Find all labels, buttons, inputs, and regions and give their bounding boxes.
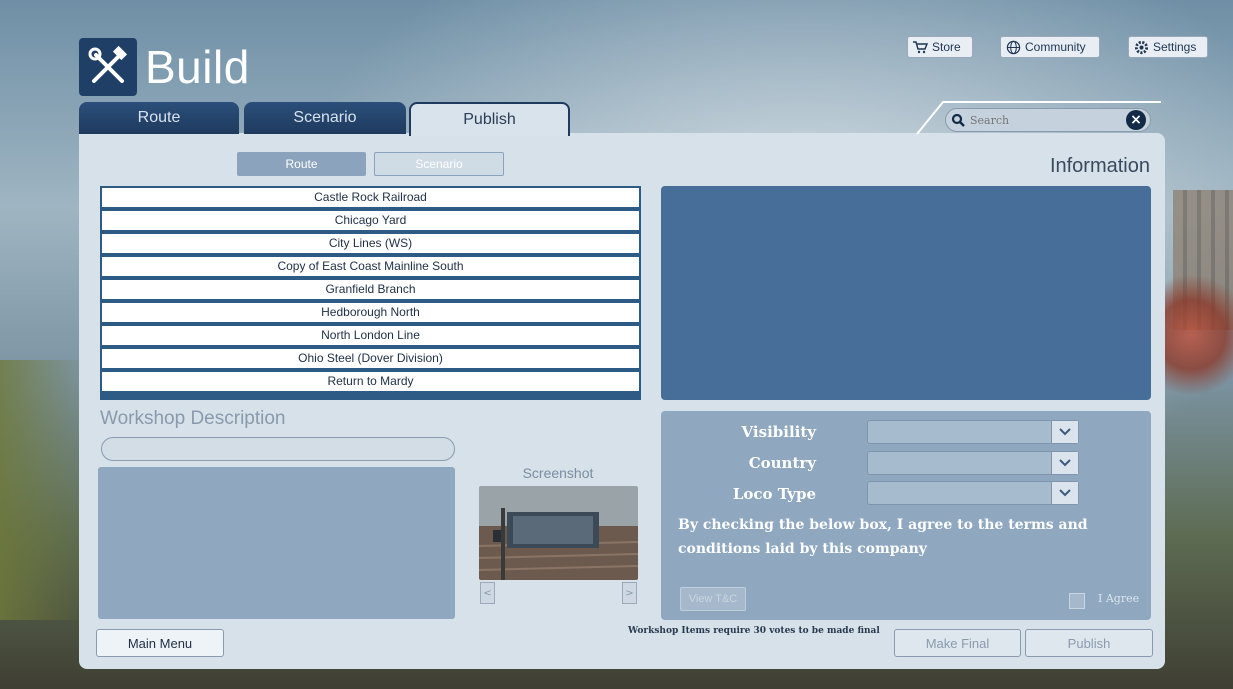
visibility-dropdown[interactable]	[867, 420, 1079, 444]
search-icon	[950, 112, 968, 128]
terms-text: By checking the below box, I agree to th…	[678, 517, 1088, 557]
screenshot-preview	[479, 486, 638, 580]
list-item[interactable]: North London Line	[102, 326, 639, 347]
community-button[interactable]: Community	[1000, 36, 1100, 58]
screenshot-prev-button[interactable]: <	[480, 582, 495, 604]
loco-type-dropdown[interactable]	[867, 481, 1079, 505]
tab-route[interactable]: Route	[79, 102, 239, 134]
information-box	[661, 186, 1151, 400]
gear-icon	[1133, 39, 1149, 55]
loco-type-label: Loco Type	[732, 485, 816, 503]
workshop-title-input[interactable]	[101, 437, 455, 461]
list-item[interactable]: Ohio Steel (Dover Division)	[102, 349, 639, 370]
settings-label: Settings	[1153, 40, 1197, 54]
list-item[interactable]: Chicago Yard	[102, 211, 639, 232]
store-button[interactable]: Store	[907, 36, 973, 58]
chevron-down-icon	[1051, 482, 1078, 504]
chevron-down-icon	[1051, 452, 1078, 474]
make-final-button[interactable]: Make Final	[894, 629, 1021, 657]
main-menu-button[interactable]: Main Menu	[96, 629, 224, 657]
agree-checkbox[interactable]	[1069, 593, 1085, 609]
view-tc-button[interactable]: View T&C	[680, 587, 746, 611]
clear-search-icon[interactable]: ×	[1126, 110, 1146, 130]
information-heading: Information	[1049, 155, 1150, 177]
search-input[interactable]	[968, 112, 1126, 128]
list-item[interactable]: Return to Mardy	[102, 372, 639, 393]
background-foliage	[0, 360, 90, 620]
workshop-description-heading: Workshop Description	[100, 408, 286, 429]
segment-scenario[interactable]: Scenario	[374, 152, 504, 176]
community-label: Community	[1025, 40, 1086, 54]
route-list: Castle Rock Railroad Chicago Yard City L…	[100, 186, 641, 400]
page-title: Build	[145, 41, 250, 93]
screenshot-heading: Screenshot	[522, 465, 594, 481]
tab-scenario[interactable]: Scenario	[244, 102, 406, 134]
settings-button[interactable]: Settings	[1128, 36, 1208, 58]
workshop-description-field[interactable]	[98, 467, 455, 619]
visibility-label: Visibility	[741, 423, 816, 441]
votes-note: Workshop Items require 30 votes to be ma…	[628, 626, 880, 636]
screenshot-next-button[interactable]: >	[622, 582, 637, 604]
country-dropdown[interactable]	[867, 451, 1079, 475]
list-item[interactable]: City Lines (WS)	[102, 234, 639, 255]
list-item[interactable]: Hedborough North	[102, 303, 639, 324]
background-trees	[1163, 260, 1233, 410]
list-item[interactable]: Copy of East Coast Mainline South	[102, 257, 639, 278]
list-item[interactable]: Granfield Branch	[102, 280, 639, 301]
agree-label: I Agree	[1098, 592, 1140, 605]
country-label: Country	[748, 454, 816, 472]
chevron-down-icon	[1051, 421, 1078, 443]
build-tools-icon	[79, 38, 137, 96]
publish-button[interactable]: Publish	[1025, 629, 1153, 657]
search-bar[interactable]: ×	[945, 108, 1151, 132]
cart-icon	[912, 39, 928, 55]
list-item[interactable]: Castle Rock Railroad	[102, 188, 639, 209]
store-label: Store	[932, 40, 961, 54]
segment-route[interactable]: Route	[237, 152, 366, 176]
globe-icon	[1005, 39, 1021, 55]
tab-publish[interactable]: Publish	[409, 102, 570, 136]
